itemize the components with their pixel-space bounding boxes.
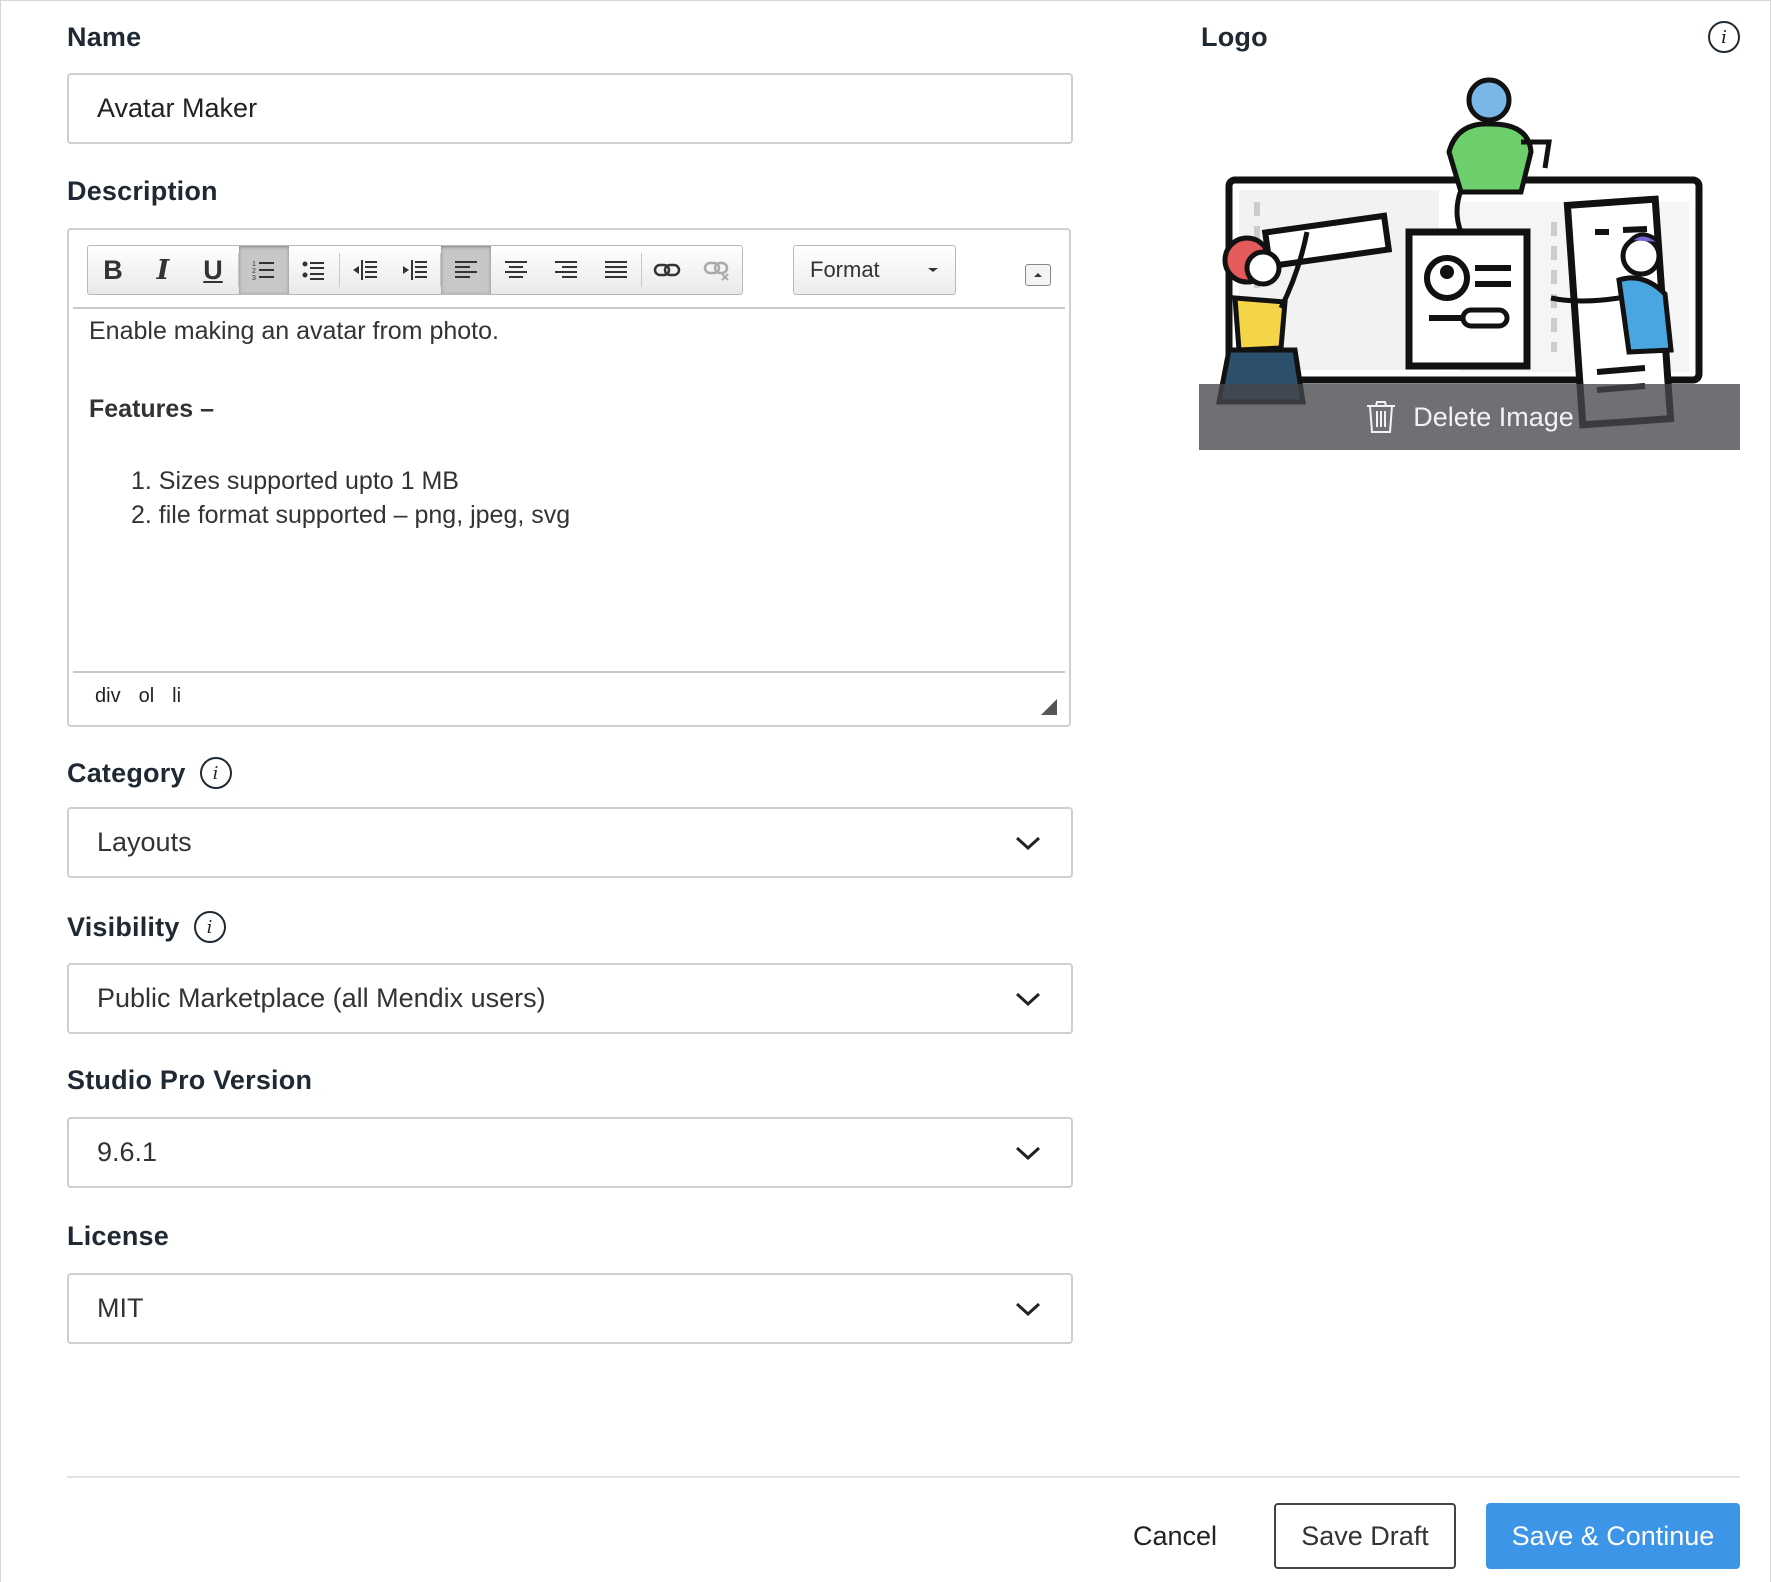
visibility-select[interactable]: Public Marketplace (all Mendix users) <box>67 963 1073 1034</box>
align-center-button[interactable] <box>491 246 541 294</box>
chevron-down-icon <box>1013 1294 1043 1324</box>
italic-button[interactable]: I <box>138 246 188 294</box>
license-label: License <box>67 1221 169 1251</box>
category-value: Layouts <box>97 827 192 857</box>
name-label: Name <box>67 22 142 52</box>
editor-divider <box>73 671 1065 673</box>
svg-text:1: 1 <box>252 261 256 268</box>
save-draft-button[interactable]: Save Draft <box>1274 1503 1456 1569</box>
outdent-button[interactable] <box>340 246 390 294</box>
editor-toolbar: B I U 1 2 3 <box>87 245 743 295</box>
link-icon <box>653 263 681 277</box>
info-icon[interactable]: i <box>199 757 232 789</box>
license-value: MIT <box>97 1293 144 1323</box>
logo-image: Delete Image <box>1199 72 1740 450</box>
editor-content[interactable]: Enable making an avatar from photo. Feat… <box>89 314 1049 664</box>
underline-button[interactable]: U <box>188 246 238 294</box>
category-label: Category i <box>67 757 232 789</box>
link-button[interactable] <box>642 246 692 294</box>
unordered-list-button[interactable] <box>289 246 339 294</box>
indent-button[interactable] <box>390 246 440 294</box>
collapse-toolbar-button[interactable] <box>1025 264 1051 286</box>
cancel-button[interactable]: Cancel <box>1120 1504 1230 1568</box>
unlink-button[interactable] <box>692 246 742 294</box>
studio-pro-version-select[interactable]: 9.6.1 <box>67 1117 1073 1188</box>
studio-pro-version-label: Studio Pro Version <box>67 1065 313 1095</box>
logo-label: Logo <box>1201 22 1268 52</box>
svg-text:3: 3 <box>252 275 256 282</box>
chevron-down-icon <box>1013 828 1043 858</box>
path-item[interactable]: ol <box>139 685 155 708</box>
format-dropdown[interactable]: Format <box>793 245 956 295</box>
description-editor: B I U 1 2 3 Format Enable making an avat… <box>67 228 1071 727</box>
chevron-down-icon <box>1013 1138 1043 1168</box>
visibility-value: Public Marketplace (all Mendix users) <box>97 983 546 1013</box>
element-path: div ol li <box>95 685 181 708</box>
delete-image-button[interactable]: Delete Image <box>1199 384 1740 450</box>
trash-icon <box>1367 401 1396 433</box>
name-input[interactable] <box>67 73 1073 144</box>
chevron-down-icon <box>1013 984 1043 1014</box>
license-select[interactable]: MIT <box>67 1273 1073 1344</box>
content-list: 1. Sizes supported upto 1 MB 2. file for… <box>131 464 570 532</box>
indent-icon <box>403 260 427 280</box>
svg-text:2: 2 <box>252 268 256 275</box>
description-label: Description <box>67 176 218 206</box>
ordered-list-icon: 1 2 3 <box>252 261 274 282</box>
align-left-button[interactable] <box>441 246 491 294</box>
info-icon[interactable]: i <box>1708 21 1740 53</box>
footer-divider <box>67 1476 1740 1478</box>
outdent-icon <box>353 260 377 280</box>
align-left-icon <box>455 261 477 278</box>
content-heading: Features – <box>89 395 215 423</box>
caret-down-icon <box>928 268 938 272</box>
ordered-list-button[interactable]: 1 2 3 <box>239 246 289 294</box>
align-justify-button[interactable] <box>591 246 641 294</box>
caret-up-icon <box>1034 273 1042 277</box>
delete-image-label: Delete Image <box>1413 401 1574 432</box>
info-icon[interactable]: i <box>193 911 226 943</box>
align-right-icon <box>555 261 577 278</box>
save-continue-button[interactable]: Save & Continue <box>1486 1503 1740 1569</box>
editor-divider <box>73 307 1065 309</box>
unordered-list-icon <box>302 261 324 280</box>
studio-pro-version-value: 9.6.1 <box>97 1137 158 1167</box>
category-select[interactable]: Layouts <box>67 807 1073 878</box>
content-line: Enable making an avatar from photo. <box>89 317 499 345</box>
path-item[interactable]: li <box>172 685 181 708</box>
resize-handle[interactable] <box>1041 699 1057 715</box>
align-right-button[interactable] <box>541 246 591 294</box>
visibility-label: Visibility i <box>67 911 226 943</box>
bold-button[interactable]: B <box>88 246 138 294</box>
format-label: Format <box>810 257 880 282</box>
unlink-icon <box>703 261 729 281</box>
path-item[interactable]: div <box>95 685 121 708</box>
align-center-icon <box>505 261 527 278</box>
list-item: 2. file format supported – png, jpeg, sv… <box>131 501 571 529</box>
align-justify-icon <box>605 261 627 278</box>
list-item: 1. Sizes supported upto 1 MB <box>131 467 459 495</box>
